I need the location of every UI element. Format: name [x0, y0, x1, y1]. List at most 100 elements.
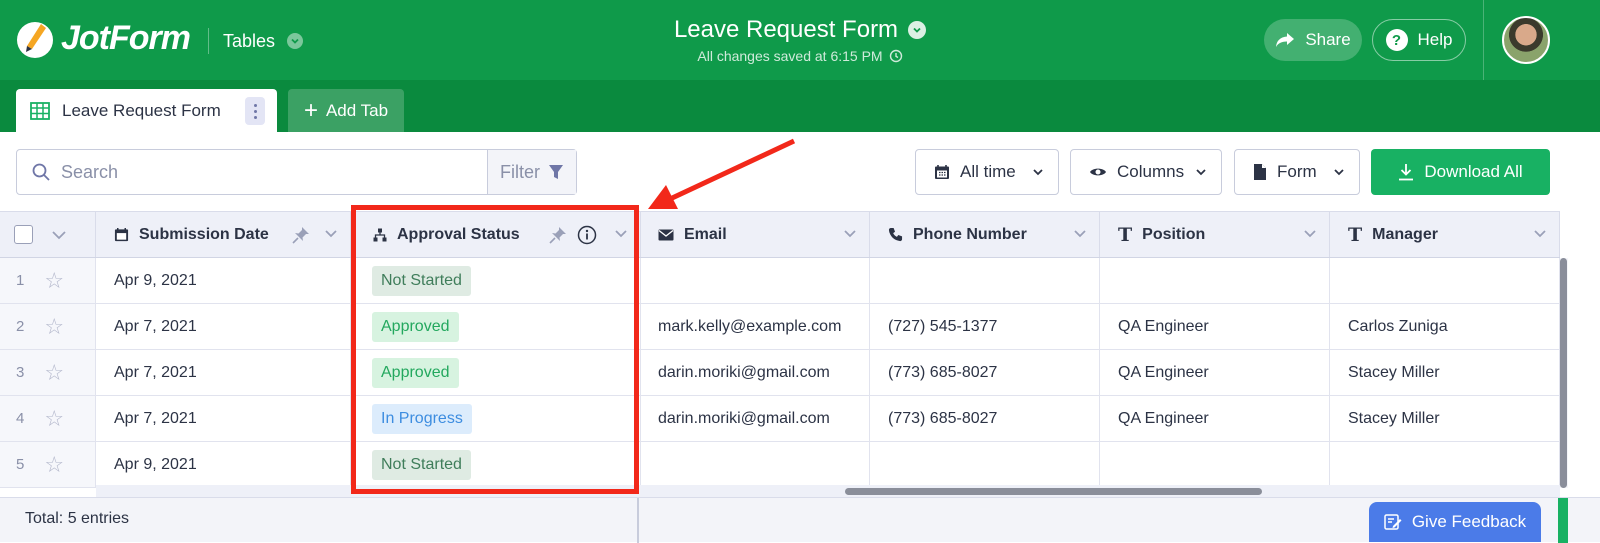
- add-tab-button[interactable]: + Add Tab: [288, 89, 404, 132]
- cell-email[interactable]: darin.moriki@gmail.com: [641, 350, 870, 395]
- cell-status[interactable]: In Progress: [351, 396, 641, 441]
- row-number-cell: 4 ☆: [0, 396, 96, 441]
- chevron-down-icon[interactable]: [843, 228, 857, 240]
- cell-manager[interactable]: Stacey Miller: [1330, 350, 1560, 395]
- table-footer: Total: 5 entries: [0, 497, 1600, 543]
- tab-leave-request-form[interactable]: Leave Request Form: [16, 89, 277, 132]
- cell-position[interactable]: [1100, 258, 1330, 303]
- give-feedback-button[interactable]: Give Feedback: [1369, 502, 1541, 542]
- tab-options-icon[interactable]: [245, 97, 265, 125]
- cell-phone[interactable]: [870, 442, 1100, 487]
- jotform-logo[interactable]: JotForm: [15, 16, 191, 60]
- header-submission-date[interactable]: Submission Date: [96, 212, 351, 257]
- cell-status[interactable]: Approved: [351, 304, 641, 349]
- form-title-menu[interactable]: Leave Request Form: [560, 16, 1040, 44]
- cell-phone[interactable]: (773) 685-8027: [870, 350, 1100, 395]
- time-range-dropdown[interactable]: All time: [915, 149, 1059, 195]
- cell-phone[interactable]: [870, 258, 1100, 303]
- table-row[interactable]: 5 ☆ Apr 9, 2021 Not Started: [0, 442, 1560, 488]
- header-approval-status[interactable]: Approval Status: [351, 212, 641, 257]
- star-icon[interactable]: ☆: [44, 360, 64, 386]
- cell-position[interactable]: QA Engineer: [1100, 350, 1330, 395]
- horizontal-scrollbar-track[interactable]: [96, 485, 1560, 497]
- table-row[interactable]: 2 ☆ Apr 7, 2021 Approved mark.kelly@exam…: [0, 304, 1560, 350]
- calendar-icon: [935, 165, 949, 179]
- cell-date[interactable]: Apr 9, 2021: [96, 442, 351, 487]
- star-icon[interactable]: ☆: [44, 314, 64, 340]
- cell-email[interactable]: [641, 442, 870, 487]
- select-all-header: [0, 212, 96, 257]
- cell-status[interactable]: Approved: [351, 350, 641, 395]
- cell-date[interactable]: Apr 7, 2021: [96, 304, 351, 349]
- cell-date[interactable]: Apr 9, 2021: [96, 258, 351, 303]
- help-button[interactable]: ? Help: [1372, 19, 1466, 61]
- feedback-edit-icon: [1384, 514, 1402, 530]
- phone-icon: [888, 227, 903, 242]
- chevron-down-icon[interactable]: [614, 228, 628, 240]
- share-button[interactable]: Share: [1264, 19, 1362, 61]
- horizontal-scrollbar-thumb[interactable]: [845, 488, 1262, 495]
- funnel-icon: [549, 165, 563, 179]
- header-position[interactable]: T Position: [1100, 212, 1330, 257]
- cell-status[interactable]: Not Started: [351, 258, 641, 303]
- column-label: Position: [1142, 225, 1206, 243]
- header-phone-number[interactable]: Phone Number: [870, 212, 1100, 257]
- status-badge: In Progress: [372, 403, 472, 434]
- column-label: Manager: [1372, 225, 1438, 243]
- cell-manager[interactable]: [1330, 442, 1560, 487]
- cell-email[interactable]: [641, 258, 870, 303]
- cell-position[interactable]: QA Engineer: [1100, 396, 1330, 441]
- table-row[interactable]: 4 ☆ Apr 7, 2021 In Progress darin.moriki…: [0, 396, 1560, 442]
- cell-email[interactable]: darin.moriki@gmail.com: [641, 396, 870, 441]
- row-number: 1: [16, 272, 25, 289]
- question-icon: ?: [1385, 29, 1408, 51]
- chevron-down-icon[interactable]: [1303, 228, 1317, 240]
- table-row[interactable]: 3 ☆ Apr 7, 2021 Approved darin.moriki@gm…: [0, 350, 1560, 396]
- add-tab-label: Add Tab: [325, 100, 389, 120]
- search-input[interactable]: [61, 161, 461, 183]
- cell-phone[interactable]: (773) 685-8027: [870, 396, 1100, 441]
- status-badge: Not Started: [372, 449, 471, 480]
- cell-date[interactable]: Apr 7, 2021: [96, 396, 351, 441]
- pin-icon[interactable]: [549, 226, 567, 244]
- user-avatar[interactable]: [1502, 16, 1550, 64]
- select-all-checkbox[interactable]: [14, 225, 33, 244]
- cell-position[interactable]: [1100, 442, 1330, 487]
- cell-phone[interactable]: (727) 545-1377: [870, 304, 1100, 349]
- table-row[interactable]: 1 ☆ Apr 9, 2021 Not Started: [0, 258, 1560, 304]
- vertical-scrollbar-thumb[interactable]: [1560, 258, 1567, 488]
- cell-manager[interactable]: Stacey Miller: [1330, 396, 1560, 441]
- filter-button[interactable]: Filter: [487, 150, 576, 194]
- form-dropdown[interactable]: Form: [1234, 149, 1360, 195]
- download-all-button[interactable]: Download All: [1371, 149, 1550, 195]
- cell-email[interactable]: mark.kelly@example.com: [641, 304, 870, 349]
- pin-icon[interactable]: [292, 226, 310, 244]
- header-manager[interactable]: T Manager: [1330, 212, 1560, 257]
- row-number-cell: 3 ☆: [0, 350, 96, 395]
- chevron-down-icon[interactable]: [51, 229, 67, 241]
- cell-manager[interactable]: Carlos Zuniga: [1330, 304, 1560, 349]
- info-icon[interactable]: [577, 225, 597, 245]
- tables-menu[interactable]: Tables: [208, 28, 304, 54]
- footer-divider: [637, 498, 639, 543]
- cell-status[interactable]: Not Started: [351, 442, 641, 487]
- chevron-down-icon: [1033, 169, 1043, 176]
- header-email[interactable]: Email: [641, 212, 870, 257]
- filter-label: Filter: [500, 161, 540, 182]
- status-badge: Not Started: [372, 265, 471, 296]
- cell-manager[interactable]: [1330, 258, 1560, 303]
- cell-position[interactable]: QA Engineer: [1100, 304, 1330, 349]
- column-label: Approval Status: [397, 225, 520, 243]
- chevron-down-icon[interactable]: [1533, 228, 1547, 240]
- star-icon[interactable]: ☆: [44, 268, 64, 294]
- columns-dropdown[interactable]: Columns: [1070, 149, 1222, 195]
- cell-date[interactable]: Apr 7, 2021: [96, 350, 351, 395]
- star-icon[interactable]: ☆: [44, 406, 64, 432]
- top-bar: JotForm Tables Leave Request Form All ch…: [0, 0, 1600, 80]
- search-field[interactable]: [17, 150, 487, 194]
- star-icon[interactable]: ☆: [44, 452, 64, 478]
- chevron-down-icon[interactable]: [324, 228, 338, 240]
- chevron-down-icon[interactable]: [1073, 228, 1087, 240]
- chevron-down-icon: [287, 33, 304, 49]
- table-header: Submission Date Approval Status Email Ph…: [0, 211, 1560, 258]
